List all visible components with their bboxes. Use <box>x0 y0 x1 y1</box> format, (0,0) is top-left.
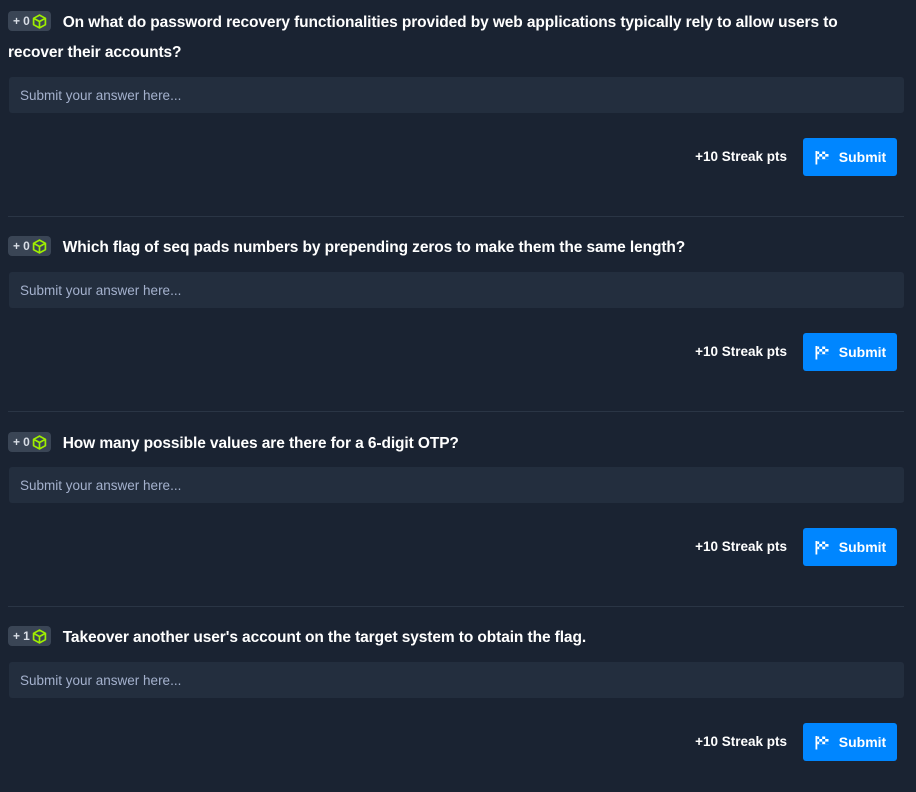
answer-input[interactable] <box>9 272 904 308</box>
question-header: + 0 Which flag of seq pads numbers by pr… <box>8 233 876 263</box>
answer-input[interactable] <box>9 77 904 113</box>
question-text: How many possible values are there for a… <box>62 435 459 452</box>
streak-points: +10 Streak pts <box>695 734 787 749</box>
points-value: + 0 <box>13 435 30 449</box>
question-header: + 1 Takeover another user's account on t… <box>8 623 876 653</box>
submit-button[interactable]: Submit <box>803 138 897 176</box>
streak-points: +10 Streak pts <box>695 344 787 359</box>
points-value: + 1 <box>13 629 30 643</box>
submit-label: Submit <box>838 734 887 750</box>
questions-page: + 0 On what do password recovery functio… <box>0 0 916 792</box>
flag-icon <box>815 345 829 359</box>
points-value: + 0 <box>13 239 30 253</box>
submit-label: Submit <box>838 539 887 555</box>
streak-points: +10 Streak pts <box>695 539 787 554</box>
question-text: On what do password recovery functionali… <box>8 14 838 61</box>
flag-icon <box>815 735 829 749</box>
points-value: + 0 <box>13 14 30 28</box>
points-badge: + 0 <box>8 11 51 31</box>
flag-icon <box>815 540 829 554</box>
question-text: Takeover another user's account on the t… <box>62 629 587 646</box>
points-badge: + 0 <box>8 236 51 256</box>
submit-label: Submit <box>838 149 887 165</box>
cube-icon <box>32 434 46 450</box>
divider <box>8 411 904 412</box>
points-badge: + 1 <box>8 626 51 646</box>
answer-input[interactable] <box>9 467 904 503</box>
cube-icon <box>32 628 46 644</box>
submit-button[interactable]: Submit <box>803 333 897 371</box>
question-header: + 0 How many possible values are there f… <box>8 429 876 459</box>
question-header: + 0 On what do password recovery functio… <box>8 8 876 68</box>
submit-button[interactable]: Submit <box>803 723 897 761</box>
cube-icon <box>32 13 46 29</box>
question-text: Which flag of seq pads numbers by prepen… <box>62 239 686 256</box>
streak-points: +10 Streak pts <box>695 149 787 164</box>
submit-button[interactable]: Submit <box>803 528 897 566</box>
flag-icon <box>815 150 829 164</box>
points-badge: + 0 <box>8 432 51 452</box>
cube-icon <box>32 238 46 254</box>
divider <box>8 606 904 607</box>
divider <box>8 216 904 217</box>
answer-input[interactable] <box>9 662 904 698</box>
submit-label: Submit <box>838 344 887 360</box>
